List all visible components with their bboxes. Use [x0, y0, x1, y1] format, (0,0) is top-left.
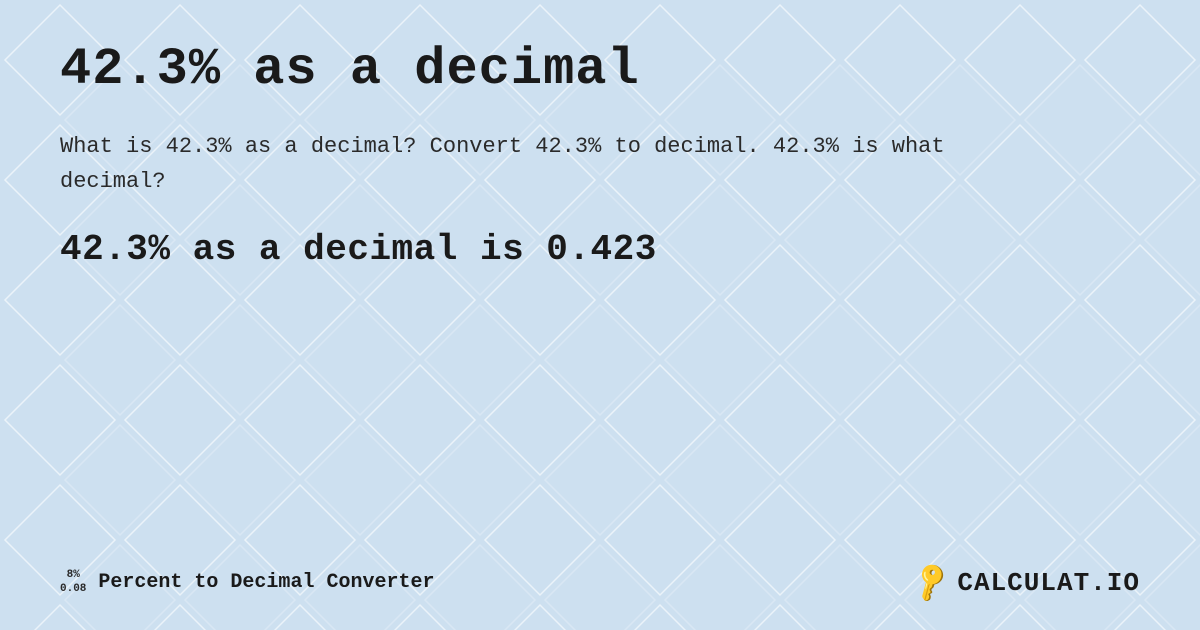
- result-text: 42.3% as a decimal is 0.423: [60, 229, 1140, 270]
- percent-top: 8%: [60, 569, 86, 582]
- footer-logo[interactable]: 🔑 CALCULAT.IO: [914, 565, 1140, 600]
- logo-text: CALCULAT.IO: [957, 568, 1140, 598]
- key-icon: 🔑: [908, 559, 956, 607]
- page-description: What is 42.3% as a decimal? Convert 42.3…: [60, 129, 960, 199]
- page-title: 42.3% as a decimal: [60, 40, 1140, 99]
- footer-left: 8% 0.08 Percent to Decimal Converter: [60, 569, 434, 595]
- percent-bottom: 0.08: [60, 583, 86, 596]
- converter-label: Percent to Decimal Converter: [98, 571, 434, 594]
- percent-badge: 8% 0.08: [60, 569, 86, 595]
